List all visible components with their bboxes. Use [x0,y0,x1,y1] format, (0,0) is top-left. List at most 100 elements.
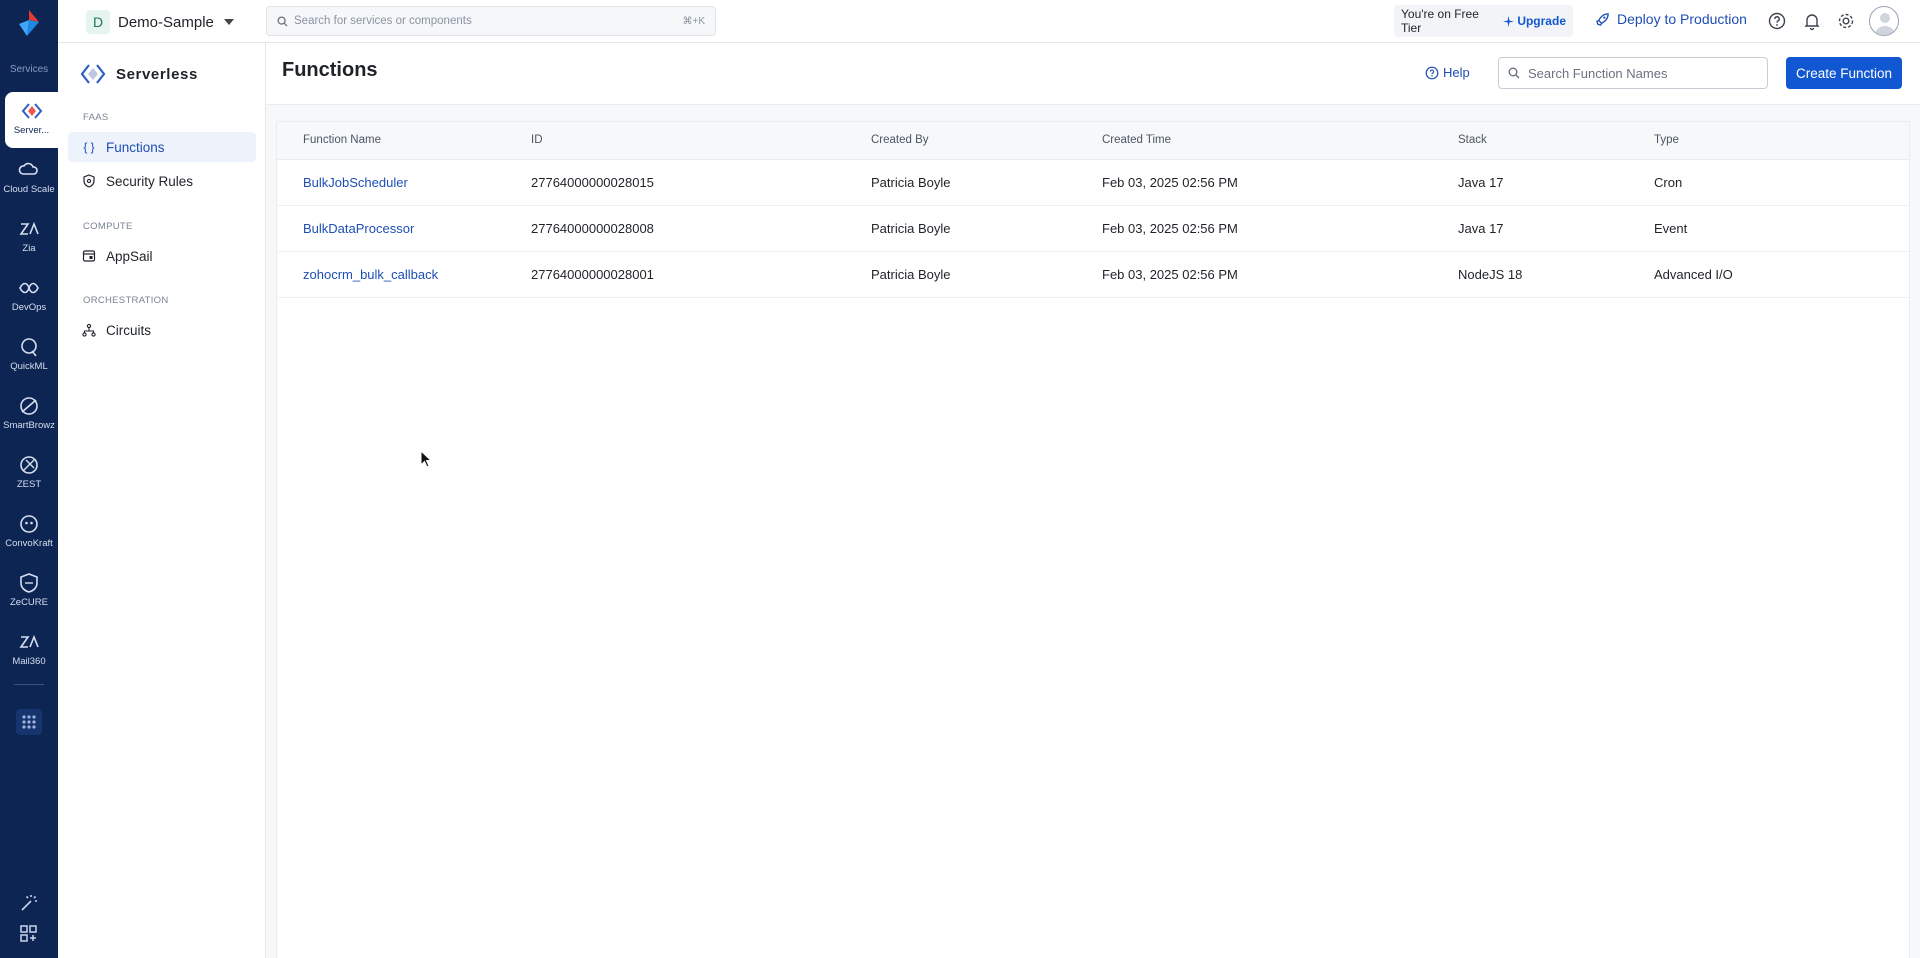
upgrade-label: Upgrade [1517,14,1566,28]
rail-item-cloud-scale[interactable]: Cloud Scale [0,151,58,207]
user-avatar[interactable] [1869,6,1899,36]
created-time: Feb 03, 2025 02:56 PM [1102,221,1238,236]
rail-item-zecure[interactable]: ZeCURE [0,564,58,620]
cloud-scale-icon [18,162,38,175]
column-header-stack[interactable]: Stack [1458,134,1487,146]
sidebar-item-circuits[interactable]: Circuits [68,315,256,345]
created-by: Patricia Boyle [871,221,951,236]
deploy-label: Deploy to Production [1617,11,1747,27]
sidebar-header: Serverless [80,63,198,85]
help-circle-icon [1425,66,1439,79]
column-header-created-time[interactable]: Created Time [1102,134,1171,146]
rocket-icon [1596,12,1609,26]
table-row[interactable]: BulkDataProcessor 27764000000028008 Patr… [277,206,1909,252]
rail-item-label: ZeCURE [9,597,48,608]
sidebar-item-label: Security Rules [106,173,194,189]
functions-table: Function Name ID Created By Created Time… [276,121,1910,958]
search-icon [277,15,288,27]
column-header-function-name[interactable]: Function Name [303,134,381,146]
section-title-compute: COMPUTE [83,221,133,232]
rail-item-convokraft[interactable]: ConvoKraft [0,505,58,561]
shield-icon [83,174,95,188]
function-name-link[interactable]: zohocrm_bulk_callback [303,267,438,282]
convokraft-icon [20,515,38,533]
section-title-faas: FAAS [83,112,109,123]
column-header-id[interactable]: ID [531,134,543,146]
catalyst-logo-icon[interactable] [15,8,43,38]
braces-icon: { } [83,140,95,154]
upgrade-link[interactable]: Upgrade [1503,14,1566,28]
rail-item-quickml[interactable]: QuickML [0,328,58,384]
serverless-icon [21,103,42,119]
function-id: 27764000000028001 [531,267,654,282]
deploy-to-production-button[interactable]: Deploy to Production [1595,11,1747,27]
rail-item-label: SmartBrowz [3,420,55,431]
zecure-icon [20,573,38,593]
sidebar-item-functions[interactable]: { } Functions [68,132,256,162]
function-type: Event [1654,221,1688,236]
serverless-icon [80,64,106,84]
top-bar: D Demo-Sample Search for services or com… [58,0,1920,43]
help-label: Help [1443,65,1470,80]
global-search-placeholder: Search for services or components [294,15,472,27]
mail360-icon [19,634,39,648]
project-selector[interactable]: D Demo-Sample [86,10,234,34]
rail-item-label: Zia [22,243,36,254]
gear-icon[interactable] [1836,11,1856,31]
zia-icon [19,221,39,235]
rail-item-smartbrowz[interactable]: SmartBrowz [0,387,58,443]
project-name: Demo-Sample [118,13,214,31]
rail-item-serverless[interactable]: Server... [5,92,58,148]
help-link[interactable]: Help [1425,65,1470,80]
table-row[interactable]: zohocrm_bulk_callback 27764000000028001 … [277,252,1909,298]
tier-banner: You're on Free Tier Upgrade [1394,5,1573,37]
quickml-icon [21,338,37,357]
rail-item-devops[interactable]: DevOps [0,269,58,325]
created-by: Patricia Boyle [871,175,951,190]
function-id: 27764000000028008 [531,221,654,236]
create-function-button[interactable]: Create Function [1786,57,1902,89]
created-time: Feb 03, 2025 02:56 PM [1102,175,1238,190]
rail-item-label: QuickML [10,361,48,372]
rail-item-zest[interactable]: ZEST [0,446,58,502]
table-row[interactable]: BulkJobScheduler 27764000000028015 Patri… [277,160,1909,206]
function-search-input[interactable] [1528,65,1758,81]
rail-item-label: Cloud Scale [3,184,55,195]
sidebar-title: Serverless [116,65,198,83]
column-header-type[interactable]: Type [1654,134,1679,146]
circuits-icon [82,323,96,337]
bell-icon[interactable] [1802,11,1822,31]
chevron-down-icon [223,19,234,25]
stack: Java 17 [1458,221,1504,236]
project-avatar: D [86,10,110,34]
help-circle-icon[interactable] [1767,11,1787,31]
widgets-icon[interactable] [19,924,39,944]
main-content: Functions Help Create Function Function … [266,43,1920,958]
function-search-field[interactable] [1498,57,1768,89]
smartbrowz-icon [20,397,38,415]
column-header-created-by[interactable]: Created By [871,134,929,146]
stack: Java 17 [1458,175,1504,190]
appsail-icon [82,250,96,262]
page-title: Functions [282,59,378,81]
created-by: Patricia Boyle [871,267,951,282]
tier-text: You're on Free Tier [1401,7,1479,35]
function-name-link[interactable]: BulkDataProcessor [303,221,414,236]
function-type: Cron [1654,175,1683,190]
mouse-pointer-icon [420,450,432,468]
magic-wand-icon[interactable] [19,893,39,913]
sidebar-item-appsail[interactable]: AppSail [68,241,256,271]
global-search-input[interactable]: Search for services or components ⌘+K [266,6,716,36]
table-header: Function Name ID Created By Created Time… [277,122,1909,160]
rail-item-zia[interactable]: Zia [0,210,58,266]
function-name-link[interactable]: BulkJobScheduler [303,175,408,190]
page-header: Functions Help Create Function [266,43,1920,105]
all-apps-grid-icon[interactable] [16,709,42,735]
sidebar-item-label: Circuits [106,322,152,338]
rail-item-mail360[interactable]: Mail360 [0,623,58,679]
created-time: Feb 03, 2025 02:56 PM [1102,267,1238,282]
rail-item-label: DevOps [11,302,47,313]
function-type: Advanced I/O [1654,267,1733,282]
sidebar-item-security-rules[interactable]: Security Rules [68,166,256,196]
rail-item-label: ConvoKraft [5,538,53,549]
